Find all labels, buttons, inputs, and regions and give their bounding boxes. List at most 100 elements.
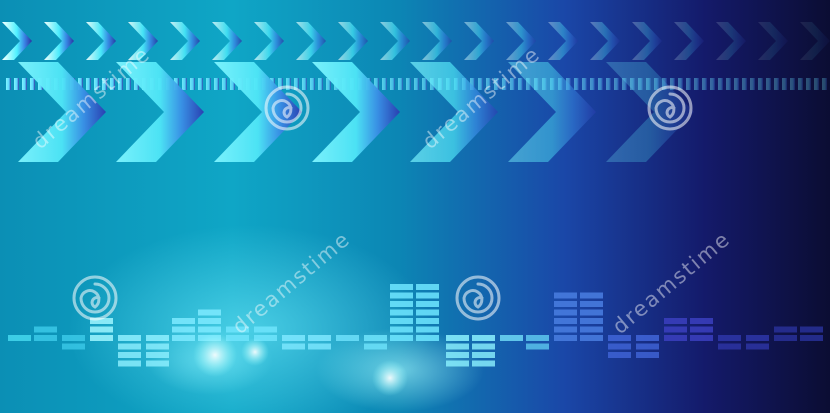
chevron-right-icon bbox=[380, 22, 410, 60]
dash-segment bbox=[222, 78, 227, 90]
equalizer-block bbox=[636, 352, 659, 358]
light-glows bbox=[193, 333, 408, 396]
dash-segment bbox=[686, 78, 691, 90]
dash-segment bbox=[198, 78, 203, 90]
dash-segment bbox=[814, 78, 819, 90]
dash-segment bbox=[758, 78, 763, 90]
chevron-right-icon bbox=[170, 22, 200, 60]
chevron-right-icon bbox=[548, 22, 578, 60]
dash-segment bbox=[694, 78, 699, 90]
equalizer-block bbox=[90, 326, 113, 333]
equalizer-block bbox=[800, 335, 823, 341]
light-glow bbox=[372, 360, 408, 396]
equalizer-block bbox=[198, 309, 221, 316]
equalizer-block bbox=[446, 352, 469, 358]
dash-segment bbox=[822, 78, 827, 90]
dash-segment bbox=[302, 78, 307, 90]
equalizer-block bbox=[364, 335, 387, 341]
equalizer-block bbox=[146, 335, 169, 341]
equalizer-block bbox=[118, 343, 141, 350]
equalizer-block bbox=[198, 318, 221, 324]
dash-segment bbox=[782, 78, 787, 90]
equalizer-block bbox=[800, 326, 823, 333]
equalizer-block bbox=[580, 309, 603, 316]
dash-segment bbox=[310, 78, 315, 90]
equalizer-block bbox=[554, 326, 577, 333]
equalizer-block bbox=[390, 326, 413, 333]
equalizer-block bbox=[690, 326, 713, 333]
equalizer-block bbox=[172, 326, 195, 333]
equalizer-bars bbox=[8, 284, 823, 367]
dash-segment bbox=[422, 78, 427, 90]
equalizer-block bbox=[146, 360, 169, 367]
equalizer-block bbox=[554, 292, 577, 299]
dash-segment bbox=[398, 78, 403, 90]
chevron-right-icon bbox=[464, 22, 494, 60]
chevron-right-icon bbox=[632, 22, 662, 60]
equalizer-block bbox=[690, 318, 713, 324]
equalizer-block bbox=[146, 352, 169, 358]
equalizer-block bbox=[308, 343, 331, 350]
watermark-text: dreamstime bbox=[418, 42, 545, 154]
equalizer-block bbox=[718, 343, 741, 350]
chevron-right-icon bbox=[296, 22, 326, 60]
equalizer-block bbox=[472, 352, 495, 358]
equalizer-block bbox=[282, 335, 305, 341]
equalizer-block bbox=[254, 326, 277, 333]
watermark-layer: dreamstime dreamstimedreamstime dreamstime bbox=[28, 42, 735, 339]
spiral-logo-icon bbox=[264, 85, 310, 131]
equalizer-block bbox=[172, 335, 195, 341]
dash-segment bbox=[14, 78, 19, 90]
equalizer-block bbox=[446, 343, 469, 350]
spiral-logo-icon bbox=[647, 85, 693, 131]
chevron-right-icon bbox=[2, 22, 32, 60]
equalizer-block bbox=[718, 335, 741, 341]
dash-segment bbox=[214, 78, 219, 90]
equalizer-block bbox=[90, 335, 113, 341]
equalizer-block bbox=[390, 301, 413, 307]
equalizer-block bbox=[416, 318, 439, 324]
chevron-right-icon bbox=[590, 22, 620, 60]
chevron-right-icon bbox=[716, 22, 746, 60]
equalizer-block bbox=[526, 335, 549, 341]
dash-segment bbox=[734, 78, 739, 90]
watermark-text: dreamstime bbox=[228, 227, 355, 339]
chevron-right-icon bbox=[674, 22, 704, 60]
equalizer-block bbox=[526, 343, 549, 350]
equalizer-block bbox=[364, 343, 387, 350]
equalizer-block bbox=[746, 343, 769, 350]
dash-segment bbox=[318, 78, 323, 90]
equalizer-block bbox=[390, 292, 413, 299]
equalizer-block bbox=[390, 335, 413, 341]
dash-segment bbox=[582, 78, 587, 90]
equalizer-block bbox=[774, 326, 797, 333]
equalizer-block bbox=[580, 326, 603, 333]
equalizer-block bbox=[580, 318, 603, 324]
equalizer-block bbox=[580, 335, 603, 341]
equalizer-block bbox=[580, 292, 603, 299]
equalizer-block bbox=[554, 309, 577, 316]
equalizer-block bbox=[608, 343, 631, 350]
equalizer-block bbox=[62, 335, 85, 341]
equalizer-block bbox=[580, 301, 603, 307]
equalizer-block bbox=[690, 335, 713, 341]
equalizer-block bbox=[446, 335, 469, 341]
equalizer-block bbox=[390, 318, 413, 324]
equalizer-block bbox=[472, 360, 495, 367]
equalizer-block bbox=[62, 343, 85, 350]
equalizer-block bbox=[282, 343, 305, 350]
equalizer-block bbox=[746, 335, 769, 341]
dash-segment bbox=[574, 78, 579, 90]
equalizer-block bbox=[172, 318, 195, 324]
equalizer-block bbox=[118, 335, 141, 341]
chevron-right-icon bbox=[800, 22, 830, 60]
equalizer-block bbox=[416, 301, 439, 307]
dash-segment bbox=[702, 78, 707, 90]
dash-segment bbox=[30, 78, 35, 90]
chevron-right-icon bbox=[338, 22, 368, 60]
equalizer-block bbox=[636, 335, 659, 341]
equalizer-block bbox=[336, 335, 359, 341]
dash-segment bbox=[6, 78, 11, 90]
equalizer-block bbox=[472, 335, 495, 341]
dash-segment bbox=[206, 78, 211, 90]
